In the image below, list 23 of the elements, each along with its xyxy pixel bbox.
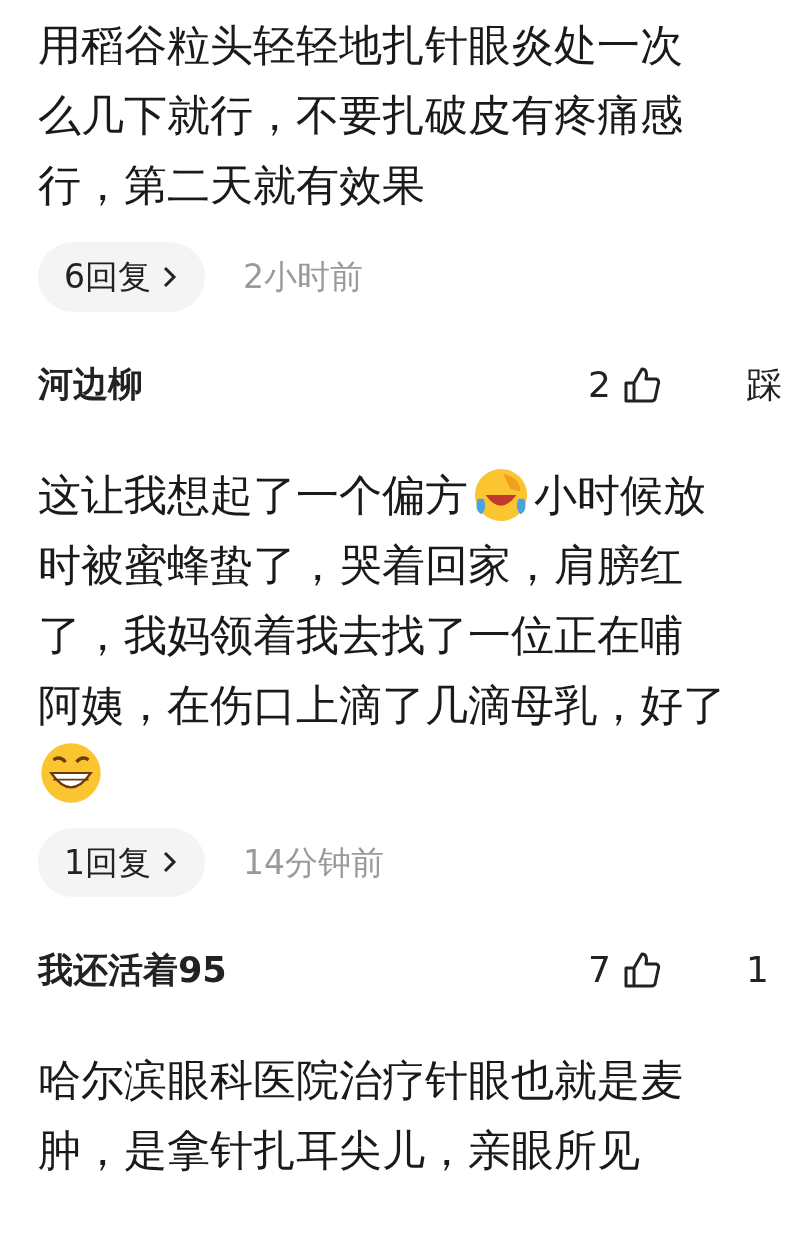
like-count: 2 [588, 362, 612, 407]
author-name: 我还活着95 [38, 948, 228, 992]
comment-text: 行，第二天就有效果 [38, 159, 425, 212]
comment-text: 了，我妈领着我去找了一位正在哺 [38, 608, 683, 662]
dislike-button[interactable]: 踩 [746, 357, 782, 412]
replies-button[interactable]: 1回复 [38, 827, 205, 897]
dislike-button[interactable]: 1 [746, 943, 769, 997]
author-name: 河边柳 [38, 363, 144, 407]
comment-text: 小时候放 [534, 468, 706, 522]
thumbs-up-icon[interactable] [622, 950, 662, 990]
comment-text: 哈尔滨眼科医院治疗针眼也就是麦 [38, 1054, 683, 1107]
replies-button[interactable]: 6回复 [38, 242, 205, 312]
comment-text: 这让我想起了一个偏方 [38, 468, 468, 522]
timestamp: 2小时前 [243, 256, 363, 298]
chevron-right-icon [163, 850, 177, 875]
like-count: 7 [588, 948, 612, 992]
comment-text: 时被蜜蜂蛰了，哭着回家，肩膀红 [38, 538, 683, 592]
comment-text: 么几下就行，不要扎破皮有疼痛感 [38, 89, 683, 142]
comment-text: 用稻谷粒头轻轻地扎针眼炎处一次 [38, 19, 683, 72]
comment-text: 肿，是拿针扎耳尖儿，亲眼所见 [38, 1124, 640, 1177]
chevron-right-icon [163, 264, 177, 289]
timestamp: 14分钟前 [243, 841, 384, 884]
comment-text: 阿姨，在伤口上滴了几滴母乳，好了 [38, 678, 726, 732]
